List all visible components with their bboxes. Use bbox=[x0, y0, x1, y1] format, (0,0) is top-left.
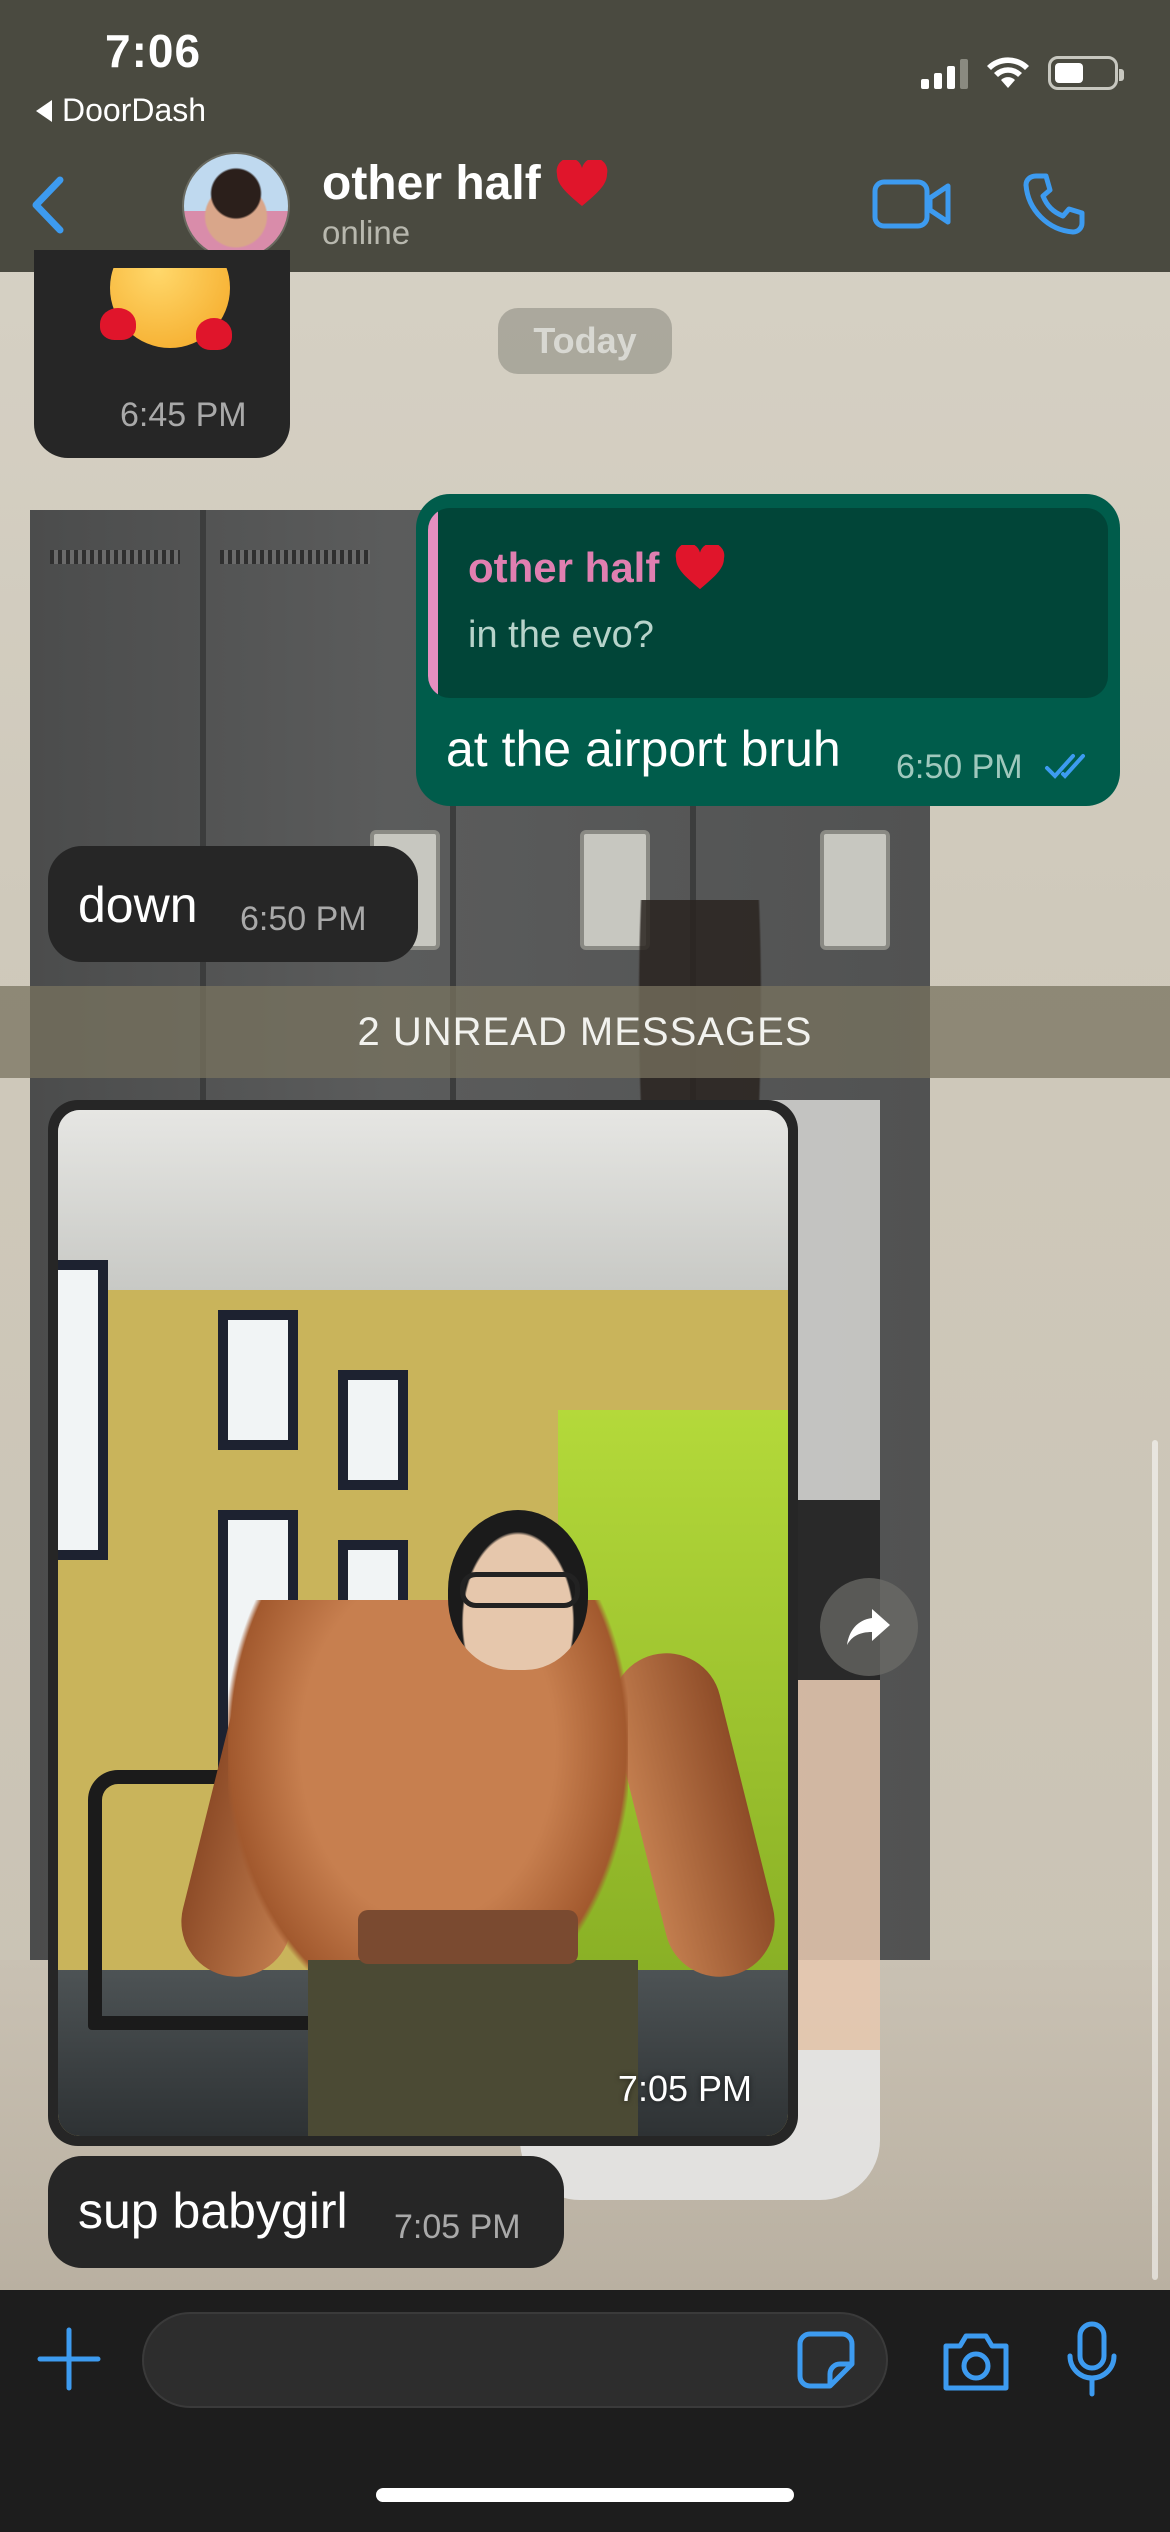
back-chevron-icon[interactable] bbox=[22, 170, 72, 240]
contact-status: online bbox=[322, 214, 411, 251]
message-input[interactable] bbox=[142, 2312, 888, 2408]
chat-header: 7:06 DoorDash other half online bbox=[0, 0, 1170, 272]
message-bubble-incoming[interactable]: sup babygirl 7:05 PM bbox=[48, 2156, 564, 2268]
smiling-face-with-hearts-emoji bbox=[100, 268, 240, 368]
cellular-signal-icon bbox=[921, 57, 968, 89]
message-time: 6:50 PM bbox=[240, 900, 367, 938]
camera-icon[interactable] bbox=[940, 2328, 1012, 2394]
message-bubble-incoming[interactable]: down 6:50 PM bbox=[48, 846, 418, 962]
message-text: down bbox=[78, 877, 198, 933]
message-time: 7:05 PM bbox=[394, 2208, 521, 2246]
message-text: sup babygirl bbox=[78, 2183, 348, 2239]
message-time: 6:50 PM bbox=[896, 748, 1023, 786]
photo-message[interactable]: 7:05 PM bbox=[48, 1100, 798, 2146]
heart-icon bbox=[556, 159, 608, 206]
scroll-indicator[interactable] bbox=[1152, 1440, 1158, 2280]
phone-icon[interactable] bbox=[1022, 172, 1086, 236]
sticker-icon[interactable] bbox=[796, 2330, 856, 2390]
microphone-icon[interactable] bbox=[1066, 2320, 1118, 2400]
quoted-name: other half bbox=[468, 544, 727, 592]
quote-bar bbox=[428, 508, 438, 698]
gym-photo[interactable]: 7:05 PM bbox=[58, 1110, 788, 2136]
back-to-app-link[interactable]: DoorDash bbox=[36, 92, 206, 129]
wifi-icon bbox=[987, 57, 1029, 88]
status-icons bbox=[921, 56, 1124, 90]
message-time: 6:45 PM bbox=[120, 396, 247, 434]
quoted-name-label: other half bbox=[468, 544, 660, 591]
quoted-message[interactable]: other half in the evo? bbox=[428, 508, 1108, 698]
plus-icon[interactable] bbox=[36, 2326, 102, 2392]
contact-avatar[interactable] bbox=[182, 152, 290, 260]
forward-icon bbox=[847, 1609, 890, 1645]
message-time: 7:05 PM bbox=[617, 2068, 752, 2109]
heart-icon bbox=[676, 545, 725, 590]
contact-name[interactable]: other half bbox=[322, 156, 609, 211]
back-app-label: DoorDash bbox=[62, 92, 207, 128]
status-time: 7:06 bbox=[105, 25, 202, 77]
battery-icon bbox=[1048, 56, 1124, 90]
quoted-text: in the evo? bbox=[468, 614, 654, 656]
unread-messages-banner: 2 UNREAD MESSAGES bbox=[0, 986, 1170, 1078]
message-text: at the airport bruh bbox=[446, 721, 841, 777]
video-call-icon[interactable] bbox=[872, 176, 952, 232]
date-chip: Today bbox=[498, 308, 672, 374]
double-check-icon bbox=[1045, 754, 1085, 779]
forward-button[interactable] bbox=[820, 1578, 918, 1676]
contact-name-label: other half bbox=[322, 157, 541, 210]
back-triangle-icon bbox=[36, 99, 52, 122]
home-indicator[interactable] bbox=[376, 2488, 794, 2502]
